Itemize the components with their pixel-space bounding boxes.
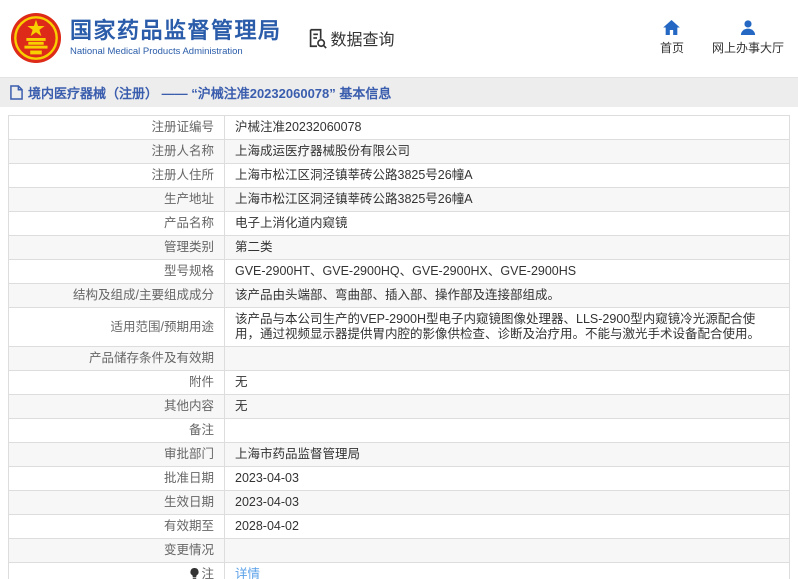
row-label: 注册人住所 [8,163,225,188]
table-row: 审批部门 上海市药品监督管理局 [8,442,790,467]
person-icon [740,19,756,35]
row-label: 适用范围/预期用途 [8,307,225,347]
file-icon [10,85,23,100]
table-row: 备注 [8,418,790,443]
table-row: 附件无 [8,370,790,395]
table-row: 批准日期 2023-04-03 [8,466,790,491]
row-label: 注 [8,562,225,579]
table-row: 注册人名称 上海成运医疗器械股份有限公司 [8,139,790,164]
nav-service-hall[interactable]: 网上办事大厅 [711,19,784,56]
row-value: 该产品与本公司生产的VEP-2900H型电子内窥镜图像处理器、LLS-2900型… [224,307,790,347]
table-row: 变更情况 [8,538,790,563]
row-label: 其他内容 [8,394,225,419]
row-value: 电子上消化道内窥镜 [224,211,790,236]
table-row: 适用范围/预期用途 该产品与本公司生产的VEP-2900H型电子内窥镜图像处理器、… [8,307,790,347]
table-row: 注详情 [8,562,790,579]
row-value: 该产品由头端部、弯曲部、插入部、操作部及连接部组成。 [224,283,790,308]
table-row: 管理类别 第二类 [8,235,790,260]
breadcrumb: 境内医疗器械（注册） —— “沪械注准20232060078” 基本信息 [0,77,798,107]
row-label: 注册人名称 [8,139,225,164]
table-row: 生效日期 2023-04-03 [8,490,790,515]
table-row: 有效期至 2028-04-02 [8,514,790,539]
row-label: 变更情况 [8,538,225,563]
row-label: 生效日期 [8,490,225,515]
registration-info-table: 注册证编号 沪械注准20232060078 注册人名称 上海成运医疗器械股份有限公司注… [8,115,790,579]
row-value: 上海市松江区洞泾镇莘砖公路3825号26幢A [224,163,790,188]
page-title: 境内医疗器械（注册） —— “沪械注准20232060078” 基本信息 [28,86,392,101]
row-label: 管理类别 [8,235,225,260]
table-row: 产品名称 电子上消化道内窥镜 [8,211,790,236]
row-label: 产品名称 [8,211,225,236]
table-row: 型号规格 GVE-2900HT、GVE-2900HQ、GVE-2900HX、GVE… [8,259,790,284]
row-value: 2023-04-03 [224,466,790,491]
row-label: 有效期至 [8,514,225,539]
row-value: 2028-04-02 [224,514,790,539]
row-value: 沪械注准20232060078 [224,115,790,140]
row-label: 审批部门 [8,442,225,467]
nav-service-hall-label: 网上办事大厅 [711,40,784,55]
table-row: 其他内容无 [8,394,790,419]
registration-info-section: 注册证编号 沪械注准20232060078 注册人名称 上海成运医疗器械股份有限公司注… [0,107,798,579]
row-value: 上海市药品监督管理局 [224,442,790,467]
row-label: 备注 [8,418,225,443]
row-label: 产品储存条件及有效期 [8,346,225,371]
table-row: 结构及组成/主要组成成分 该产品由头端部、弯曲部、插入部、操作部及连接部组成。 [8,283,790,308]
row-value [224,538,790,563]
row-label: 批准日期 [8,466,225,491]
row-label: 型号规格 [8,259,225,284]
table-row: 产品储存条件及有效期 [8,346,790,371]
row-label: 注册证编号 [8,115,225,140]
row-label: 结构及组成/主要组成成分 [8,283,225,308]
org-title: 国家药品监督管理局 National Medical Products Admi… [70,18,282,57]
row-value: GVE-2900HT、GVE-2900HQ、GVE-2900HX、GVE-290… [224,259,790,284]
table-row: 注册证编号 沪械注准20232060078 [8,115,790,140]
row-label: 生产地址 [8,187,225,212]
row-label: 附件 [8,370,225,395]
row-value [224,346,790,371]
org-name-en: National Medical Products Administration [70,46,243,57]
data-query-label: 数据查询 [330,31,395,49]
nav-home-label: 首页 [659,40,684,55]
row-value: 无 [224,394,790,419]
org-name-cn: 国家药品监督管理局 [70,18,282,43]
table-row: 注册人住所 上海市松江区洞泾镇莘砖公路3825号26幢A [8,163,790,188]
data-query-nav[interactable]: 数据查询 [306,26,395,50]
header-nav: 首页 网上办事大厅 [659,19,784,56]
page-header: 国家药品监督管理局 National Medical Products Admi… [0,0,798,75]
row-value [224,418,790,443]
row-value: 上海市松江区洞泾镇莘砖公路3825号26幢A [224,187,790,212]
row-value: 上海成运医疗器械股份有限公司 [224,139,790,164]
bulb-icon [190,568,200,579]
info-table-body: 注册证编号 沪械注准20232060078 注册人名称 上海成运医疗器械股份有限公司注… [8,115,790,579]
document-search-icon [309,28,327,49]
row-value: 详情 [224,562,790,579]
nav-home[interactable]: 首页 [659,19,684,56]
home-icon [663,19,681,35]
detail-link[interactable]: 详情 [235,567,260,579]
row-value: 第二类 [224,235,790,260]
national-emblem-logo [10,12,62,63]
table-row: 生产地址 上海市松江区洞泾镇莘砖公路3825号26幢A [8,187,790,212]
row-value: 无 [224,370,790,395]
row-value: 2023-04-03 [224,490,790,515]
